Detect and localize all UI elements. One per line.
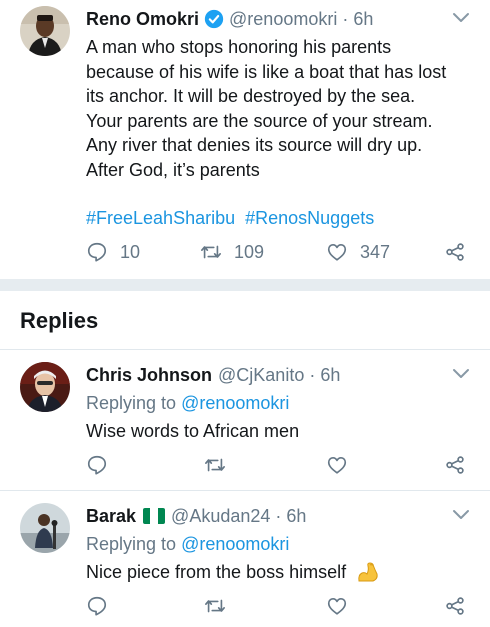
replying-to: Replying to @renoomokri xyxy=(86,392,289,414)
author-handle[interactable]: @CjKanito xyxy=(218,364,304,386)
reply-icon xyxy=(87,242,107,262)
tweet-header: Barak @Akudan24 · 6h xyxy=(86,505,306,527)
reply-button[interactable] xyxy=(86,595,108,617)
replies-heading: Replies xyxy=(20,308,99,333)
reply-button[interactable]: 10 xyxy=(86,241,140,263)
tweet-text-line: After God, it’s parents xyxy=(86,159,260,180)
timestamp[interactable]: 6h xyxy=(353,8,373,30)
like-icon xyxy=(327,244,347,261)
timestamp[interactable]: 6h xyxy=(286,505,306,527)
avatar[interactable] xyxy=(20,503,70,553)
tweet-actions: 10 109 347 xyxy=(86,241,476,267)
like-icon xyxy=(327,457,347,474)
chevron-down-icon[interactable] xyxy=(452,12,470,24)
reply-icon xyxy=(87,455,107,475)
replying-to-label: Replying to xyxy=(86,393,177,413)
tweet-actions xyxy=(86,454,476,480)
author-name[interactable]: Barak xyxy=(86,505,136,527)
separator-dot: · xyxy=(342,9,349,29)
tweet-text-line: Your parents are the source of your stre… xyxy=(86,110,433,131)
tweet-text-line: its anchor. It will be destroyed by the … xyxy=(86,86,416,106)
chevron-down-icon[interactable] xyxy=(452,509,470,521)
tweet-actions xyxy=(86,595,476,621)
retweet-icon xyxy=(205,458,225,472)
like-count: 347 xyxy=(360,241,391,262)
tweet-text: Nice piece from the boss himself xyxy=(86,560,476,585)
main-tweet[interactable]: Reno Omokri @renoomokri · 6h A man who s… xyxy=(0,0,490,279)
retweet-icon xyxy=(205,599,225,613)
share-button[interactable] xyxy=(444,241,466,263)
nigeria-flag-icon xyxy=(143,508,166,524)
tweet-header: Reno Omokri @renoomokri · 6h xyxy=(86,8,373,30)
verified-icon xyxy=(204,9,224,29)
like-button[interactable] xyxy=(326,595,348,617)
retweet-icon xyxy=(201,245,221,259)
avatar[interactable] xyxy=(20,362,70,412)
avatar[interactable] xyxy=(20,6,70,56)
replying-to: Replying to @renoomokri xyxy=(86,533,289,555)
retweet-count: 109 xyxy=(234,241,265,262)
replying-to-label: Replying to xyxy=(86,534,177,554)
tweet-text-content: Nice piece from the boss himself xyxy=(86,562,347,582)
author-name[interactable]: Chris Johnson xyxy=(86,364,212,386)
hashtag-link[interactable]: #FreeLeahSharibu xyxy=(86,208,235,228)
separator-dot: · xyxy=(309,365,316,385)
replying-to-handle[interactable]: @renoomokri xyxy=(181,393,289,413)
replying-to-handle[interactable]: @renoomokri xyxy=(181,534,289,554)
author-name[interactable]: Reno Omokri xyxy=(86,8,199,30)
share-button[interactable] xyxy=(444,454,466,476)
share-icon xyxy=(446,243,464,261)
tweet-text: A man who stops honoring his parents bec… xyxy=(86,35,476,182)
tweet-text: Wise words to African men xyxy=(86,421,300,441)
author-handle[interactable]: @renoomokri xyxy=(229,8,337,30)
hashtags: #FreeLeahSharibu #RenosNuggets xyxy=(86,207,379,229)
tweet-text-line: because of his wife is like a boat that … xyxy=(86,61,447,82)
retweet-button[interactable] xyxy=(204,595,226,617)
retweet-button[interactable]: 109 xyxy=(200,241,264,263)
tweet-text-line: A man who stops honoring his parents xyxy=(86,37,392,57)
share-icon xyxy=(446,456,464,474)
author-handle[interactable]: @Akudan24 xyxy=(171,505,270,527)
tweet-text-line: Any river that denies its source will dr… xyxy=(86,135,423,155)
share-icon xyxy=(446,597,464,615)
reply-button[interactable] xyxy=(86,454,108,476)
like-icon xyxy=(327,598,347,615)
like-button[interactable] xyxy=(326,454,348,476)
flexed-biceps-emoji xyxy=(356,560,380,584)
share-button[interactable] xyxy=(444,595,466,617)
reply-icon xyxy=(87,596,107,616)
chevron-down-icon[interactable] xyxy=(452,368,470,380)
timestamp[interactable]: 6h xyxy=(320,364,340,386)
section-separator xyxy=(0,279,490,291)
tweet-header: Chris Johnson @CjKanito · 6h xyxy=(86,364,340,386)
hashtag-link[interactable]: #RenosNuggets xyxy=(245,208,374,228)
like-button[interactable]: 347 xyxy=(326,241,390,263)
reply-count: 10 xyxy=(120,241,141,262)
separator-dot: · xyxy=(275,506,282,526)
reply-tweet[interactable]: Barak @Akudan24 · 6h Replying to @renoom… xyxy=(0,491,490,627)
retweet-button[interactable] xyxy=(204,454,226,476)
reply-tweet[interactable]: Chris Johnson @CjKanito · 6h Replying to… xyxy=(0,350,490,490)
